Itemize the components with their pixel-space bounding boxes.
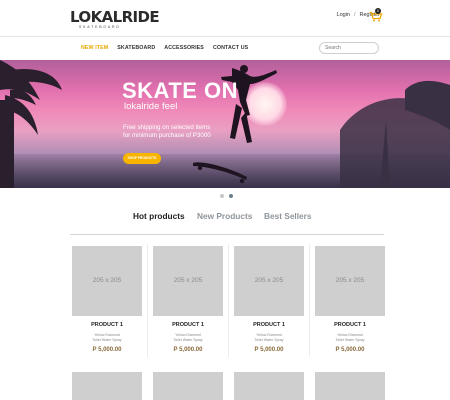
product-price: P 5,000.00: [254, 347, 284, 353]
product-image-placeholder[interactable]: 205 x 205: [153, 246, 223, 316]
product-desc-line-2: Toilet Water Spray: [254, 338, 284, 342]
product-image-placeholder[interactable]: 205 x 205: [72, 246, 142, 316]
product-card[interactable]: [151, 370, 227, 400]
product-description: Yellow Diamond Toilet Water Spray: [151, 333, 225, 343]
cart-button[interactable]: 0: [369, 8, 383, 22]
product-name[interactable]: PRODUCT 1: [232, 322, 306, 328]
product-description: Yellow Diamond Toilet Water Spray: [70, 333, 144, 343]
hero-title: SKATE ON: [122, 78, 239, 103]
product-desc-line-2: Toilet Water Spray: [335, 338, 365, 342]
site-header: LOKALRIDE SKATEBOARD Login / Register 0: [0, 0, 450, 36]
logo-tagline: SKATEBOARD: [79, 25, 121, 29]
column-divider: [228, 244, 229, 357]
product-image-placeholder[interactable]: [153, 372, 223, 400]
nav-item-skateboard[interactable]: SKATEBOARD: [117, 45, 155, 51]
carousel-indicators: [220, 194, 233, 198]
shop-products-button[interactable]: SHOP PRODUCTS: [123, 153, 161, 164]
link-separator: /: [353, 12, 356, 18]
login-link[interactable]: Login: [337, 12, 350, 18]
tab-hot-products[interactable]: Hot products: [133, 211, 185, 221]
brand-logo[interactable]: LOKALRIDE SKATEBOARD: [70, 9, 160, 29]
product-name[interactable]: PRODUCT 1: [70, 322, 144, 328]
hero-subtitle: lokalride feel: [124, 101, 178, 112]
promo-line-1: Free shipping on selected items: [123, 124, 211, 131]
product-card[interactable]: 205 x 205 PRODUCT 1 Yellow Diamond Toilet W…: [70, 244, 146, 357]
product-price: P 5,000.00: [92, 347, 122, 353]
product-name[interactable]: PRODUCT 1: [151, 322, 225, 328]
product-price: P 5,000.00: [173, 347, 203, 353]
nav-item-new-item[interactable]: NEW ITEM: [81, 45, 108, 51]
product-card[interactable]: 205 x 205 PRODUCT 1 Yellow Diamond Toilet W…: [313, 244, 389, 357]
product-name[interactable]: PRODUCT 1: [313, 322, 387, 328]
trees-right: [340, 80, 450, 188]
product-description: Yellow Diamond Toilet Water Spray: [313, 333, 387, 343]
product-price: P 5,000.00: [335, 347, 365, 353]
cart-count-badge: 0: [375, 8, 381, 14]
product-image-placeholder[interactable]: [315, 372, 385, 400]
product-card[interactable]: [70, 370, 146, 400]
column-divider: [309, 244, 310, 357]
logo-text: LOKALRIDE: [70, 8, 160, 26]
main-nav: NEW ITEM SKATEBOARD ACCESSORIES CONTACT US: [0, 36, 450, 60]
nav-menu: NEW ITEM SKATEBOARD ACCESSORIES CONTACT US: [81, 45, 248, 51]
column-divider: [147, 244, 148, 357]
nav-item-contact-us[interactable]: CONTACT US: [213, 45, 248, 51]
tab-new-products[interactable]: New Products: [197, 211, 252, 221]
search-input[interactable]: [319, 42, 379, 54]
promo-line-2: for minimum purchase of P3000: [123, 132, 211, 139]
carousel-dot-2[interactable]: [229, 194, 233, 198]
product-tabs: Hot products New Products Best Sellers: [70, 211, 384, 235]
carousel-dot-1[interactable]: [220, 194, 224, 198]
palm-tree-left: [0, 60, 62, 188]
product-desc-line-2: Toilet Water Spray: [173, 338, 203, 342]
product-image-placeholder[interactable]: [72, 372, 142, 400]
product-image-placeholder[interactable]: [234, 372, 304, 400]
nav-item-accessories[interactable]: ACCESSORIES: [164, 45, 204, 51]
product-card[interactable]: [232, 370, 308, 400]
tab-best-sellers[interactable]: Best Sellers: [264, 211, 312, 221]
product-description: Yellow Diamond Toilet Water Spray: [232, 333, 306, 343]
hero-promo-text: Free shipping on selected items for mini…: [123, 124, 211, 140]
product-image-placeholder[interactable]: 205 x 205: [234, 246, 304, 316]
product-card[interactable]: 205 x 205 PRODUCT 1 Yellow Diamond Toilet W…: [232, 244, 308, 357]
product-card[interactable]: 205 x 205 PRODUCT 1 Yellow Diamond Toilet W…: [151, 244, 227, 357]
product-desc-line-2: Toilet Water Spray: [92, 338, 122, 342]
product-image-placeholder[interactable]: 205 x 205: [315, 246, 385, 316]
product-card[interactable]: [313, 370, 389, 400]
